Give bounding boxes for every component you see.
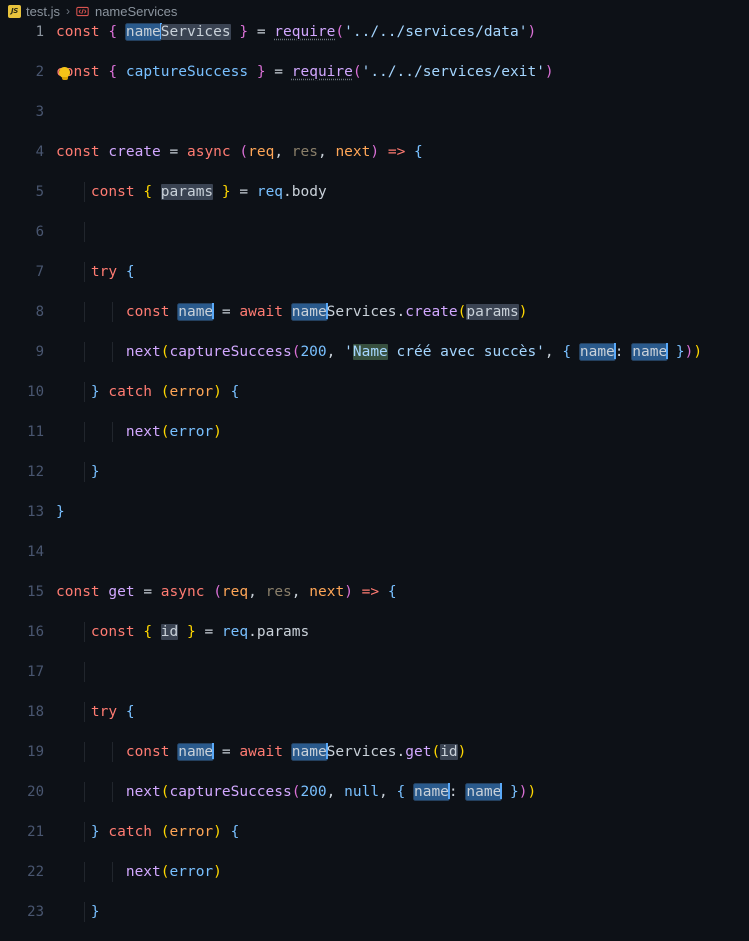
line-number: 4 bbox=[35, 144, 44, 160]
code-line[interactable]: 21 } catch (error) { bbox=[0, 822, 749, 842]
code-line[interactable]: 5 const { params } = req.body bbox=[0, 182, 749, 202]
line-content: } catch (error) { bbox=[90, 824, 240, 840]
indent-guide bbox=[84, 222, 85, 242]
line-number: 20 bbox=[27, 784, 44, 800]
line-content: next(error) bbox=[125, 424, 222, 440]
line-number: 14 bbox=[27, 544, 44, 560]
code-line[interactable]: 4 const create = async (req, res, next) … bbox=[0, 142, 749, 162]
code-line[interactable]: 6 bbox=[0, 222, 749, 242]
line-content: } bbox=[90, 464, 100, 480]
line-number: 5 bbox=[35, 184, 44, 200]
code-line[interactable]: 19 const name = await nameServices.get(i… bbox=[0, 742, 749, 762]
code-line[interactable]: 14 bbox=[0, 542, 749, 562]
code-line[interactable]: 11 next(error) bbox=[0, 422, 749, 442]
code-line[interactable]: 20 next(captureSuccess(200, null, { name… bbox=[0, 782, 749, 802]
line-number: 10 bbox=[27, 384, 44, 400]
line-content: try { bbox=[90, 264, 135, 280]
line-content: const create = async (req, res, next) =>… bbox=[56, 144, 423, 160]
line-content: const get = async (req, res, next) => { bbox=[56, 584, 397, 600]
breadcrumb-file-label: test.js bbox=[26, 3, 60, 19]
line-number: 3 bbox=[35, 104, 44, 120]
code-line[interactable]: 10 } catch (error) { bbox=[0, 382, 749, 402]
line-number: 21 bbox=[27, 824, 44, 840]
line-number: 19 bbox=[27, 744, 44, 760]
code-line[interactable]: 18 try { bbox=[0, 702, 749, 722]
line-content: const name = await nameServices.create(p… bbox=[125, 303, 528, 320]
line-content: } catch (error) { bbox=[90, 384, 240, 400]
breadcrumb-symbol-label: nameServices bbox=[94, 3, 178, 19]
line-content: const name = await nameServices.get(id) bbox=[125, 743, 467, 760]
line-number: 8 bbox=[35, 304, 44, 320]
code-line[interactable]: 8 const name = await nameServices.create… bbox=[0, 302, 749, 322]
code-line[interactable]: 16 const { id } = req.params bbox=[0, 622, 749, 642]
lightbulb-icon[interactable] bbox=[58, 67, 71, 81]
code-line[interactable]: 3 bbox=[0, 102, 749, 122]
line-number: 12 bbox=[27, 464, 44, 480]
code-editor[interactable]: 1 const { nameServices } = require('../.… bbox=[0, 22, 749, 941]
code-line[interactable]: 13 } bbox=[0, 502, 749, 522]
line-content: } bbox=[90, 904, 100, 920]
line-number: 23 bbox=[27, 904, 44, 920]
line-number: 22 bbox=[27, 864, 44, 880]
breadcrumb[interactable]: JS test.js › nameServices bbox=[0, 0, 749, 22]
line-number: 6 bbox=[35, 224, 44, 240]
code-line[interactable]: 23 } bbox=[0, 902, 749, 922]
line-content: const { id } = req.params bbox=[90, 624, 310, 640]
line-number: 13 bbox=[27, 504, 44, 520]
code-line[interactable]: 1 const { nameServices } = require('../.… bbox=[0, 22, 749, 42]
code-line[interactable]: 9 next(captureSuccess(200, 'Name créé av… bbox=[0, 342, 749, 362]
code-line[interactable]: 15 const get = async (req, res, next) =>… bbox=[0, 582, 749, 602]
line-number: 9 bbox=[35, 344, 44, 360]
line-content: next(error) bbox=[125, 864, 222, 880]
line-number: 2 bbox=[35, 64, 44, 80]
line-content: } bbox=[56, 504, 65, 520]
symbol-variable-icon bbox=[76, 4, 90, 18]
indent-guide bbox=[84, 662, 85, 682]
line-number: 17 bbox=[27, 664, 44, 680]
line-number: 7 bbox=[35, 264, 44, 280]
code-line[interactable]: 22 next(error) bbox=[0, 862, 749, 882]
line-content: next(captureSuccess(200, 'Name créé avec… bbox=[125, 343, 703, 360]
line-number: 1 bbox=[35, 24, 44, 40]
breadcrumb-item-symbol[interactable]: nameServices bbox=[76, 4, 177, 19]
line-content: const { params } = req.body bbox=[90, 184, 327, 200]
line-content: const { nameServices } = require('../../… bbox=[56, 23, 537, 40]
line-number: 16 bbox=[27, 624, 44, 640]
breadcrumb-separator-icon: › bbox=[65, 4, 70, 18]
line-content: try { bbox=[90, 704, 135, 720]
line-number: 18 bbox=[27, 704, 44, 720]
code-line[interactable]: 7 try { bbox=[0, 262, 749, 282]
line-number: 11 bbox=[27, 424, 44, 440]
line-content: next(captureSuccess(200, null, { name: n… bbox=[125, 783, 537, 800]
code-line[interactable]: 12 } bbox=[0, 462, 749, 482]
line-content: const { captureSuccess } = require('../.… bbox=[56, 64, 554, 80]
breadcrumb-item-file[interactable]: JS test.js bbox=[8, 4, 60, 19]
javascript-file-icon: JS bbox=[8, 4, 21, 18]
code-line[interactable]: 17 bbox=[0, 662, 749, 682]
vscode-editor-window: JS test.js › nameServices 1 const { name… bbox=[0, 0, 749, 941]
code-line[interactable]: 2 const { captureSuccess } = require('..… bbox=[0, 62, 749, 82]
line-number: 15 bbox=[27, 584, 44, 600]
